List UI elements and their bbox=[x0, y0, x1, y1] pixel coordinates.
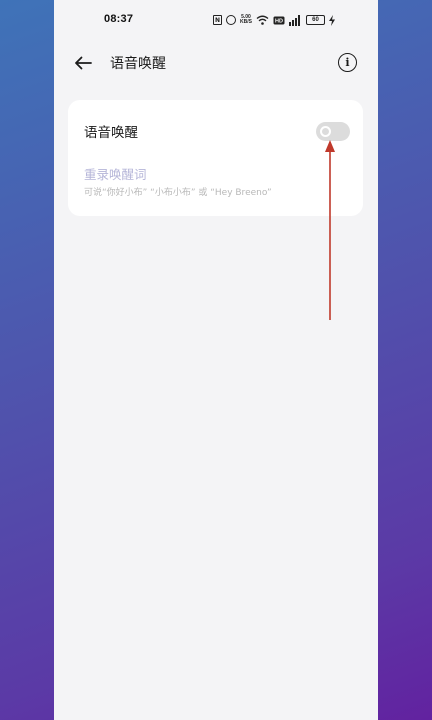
signal-icon bbox=[288, 14, 302, 26]
status-bar: 08:37 N 5.00 KB/S HD 60 bbox=[54, 0, 378, 40]
network-speed: 5.00 KB/S bbox=[240, 15, 252, 25]
network-speed-unit: KB/S bbox=[240, 19, 252, 25]
page-title: 语音唤醒 bbox=[110, 56, 166, 72]
rerecord-wakeword-title: 重录唤醒词 bbox=[84, 167, 147, 182]
voice-wakeup-row[interactable]: 语音唤醒 bbox=[68, 100, 363, 160]
back-button[interactable] bbox=[70, 50, 96, 76]
voice-wakeup-toggle[interactable] bbox=[316, 122, 350, 141]
phone-screen: 08:37 N 5.00 KB/S HD 60 语音唤醒 i 语音唤醒 重录唤醒… bbox=[54, 0, 378, 720]
nfc-icon: N bbox=[213, 15, 222, 25]
rerecord-wakeword-description: 可说“你好小布” “小布小布” 或 “Hey Breeno” bbox=[84, 188, 272, 198]
top-app-bar: 语音唤醒 i bbox=[54, 44, 378, 80]
rerecord-wakeword-row: 重录唤醒词 可说“你好小布” “小布小布” 或 “Hey Breeno” bbox=[68, 160, 363, 216]
info-button[interactable]: i bbox=[338, 53, 357, 72]
hd-icon: HD bbox=[273, 16, 285, 25]
wifi-icon bbox=[256, 15, 269, 25]
toggle-knob bbox=[320, 126, 331, 137]
info-icon: i bbox=[345, 56, 350, 69]
alarm-icon bbox=[226, 15, 236, 25]
back-arrow-icon bbox=[75, 56, 92, 70]
svg-text:HD: HD bbox=[275, 18, 283, 24]
voice-wakeup-card: 语音唤醒 重录唤醒词 可说“你好小布” “小布小布” 或 “Hey Breeno… bbox=[68, 100, 363, 216]
status-time: 08:37 bbox=[104, 13, 134, 25]
battery-icon: 60 bbox=[305, 15, 325, 25]
voice-wakeup-label: 语音唤醒 bbox=[84, 125, 138, 141]
status-icons: N 5.00 KB/S HD 60 bbox=[213, 13, 335, 27]
charging-icon bbox=[328, 14, 335, 26]
